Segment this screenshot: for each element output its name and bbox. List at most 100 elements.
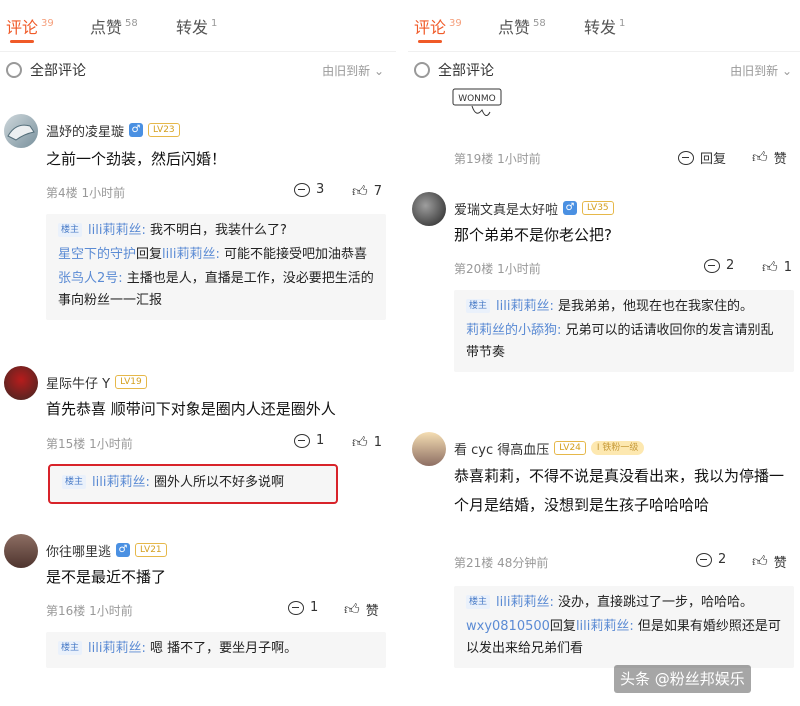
- like-count: 1: [373, 435, 382, 450]
- reply-target[interactable]: lili莉莉丝:: [576, 619, 634, 634]
- like-button[interactable]: 👍︎ 赞: [344, 600, 379, 619]
- reply-button[interactable]: 2: [696, 552, 726, 567]
- reply-author[interactable]: wxy0810500: [466, 619, 550, 634]
- reply-button[interactable]: 1: [288, 600, 318, 615]
- tab-label: 评论: [414, 18, 447, 37]
- owner-tag: 楼主: [62, 475, 87, 489]
- reply-item[interactable]: 星空下的守护回复lili莉莉丝: 可能不能接受吧加油恭喜: [58, 244, 376, 266]
- comment-meta: 第20楼 1小时前 2 👍︎ 1: [454, 258, 794, 278]
- tab-reposts[interactable]: 转发 1: [584, 14, 625, 38]
- reply-text: 是我弟弟，他现在也在我家住的。: [553, 299, 753, 314]
- reply-author[interactable]: lili莉莉丝:: [496, 595, 554, 610]
- reply-item[interactable]: 楼主 lili莉莉丝: 圈外人所以不好多说啊: [62, 472, 326, 494]
- level-badge: LV35: [582, 201, 614, 215]
- level-badge: LV23: [148, 123, 180, 137]
- reply-button[interactable]: 2: [704, 258, 734, 273]
- reply-author[interactable]: 张鸟人2号:: [58, 271, 123, 286]
- chevron-down-icon: ⌄: [781, 64, 792, 78]
- tab-label: 评论: [6, 18, 39, 37]
- tab-likes[interactable]: 点赞 58: [90, 14, 138, 38]
- timestamp: 1小时前: [497, 262, 541, 276]
- reply-verb: 回复: [549, 619, 576, 634]
- username[interactable]: 温妤的凌星璇: [46, 121, 124, 140]
- tab-bar: 评论 39 点赞 58 转发 1: [408, 0, 800, 52]
- male-icon: ♂: [116, 543, 131, 557]
- tab-count: 58: [533, 18, 546, 29]
- tab-comments[interactable]: 评论 39: [414, 14, 462, 38]
- male-icon: ♂: [563, 201, 578, 215]
- tab-reposts[interactable]: 转发 1: [176, 14, 217, 38]
- floor-number: 第4楼: [46, 186, 78, 200]
- reply-item[interactable]: 楼主 lili莉莉丝: 没办，直接跳过了一步，哈哈哈。: [466, 592, 784, 614]
- reply-item[interactable]: 楼主 lili莉莉丝: 嗯 播不了，要坐月子啊。: [58, 638, 376, 660]
- reply-item[interactable]: 楼主 lili莉莉丝: 是我弟弟，他现在也在我家住的。: [466, 296, 784, 318]
- reply-author[interactable]: lili莉莉丝:: [88, 641, 146, 656]
- timestamp: 1小时前: [81, 186, 126, 200]
- reply-count: 3: [316, 182, 325, 197]
- tab-likes[interactable]: 点赞 58: [498, 14, 546, 38]
- floor-time: 第21楼 48分钟前: [454, 554, 548, 571]
- reply-button[interactable]: 1: [294, 433, 324, 448]
- comments-ring-icon: [6, 62, 22, 78]
- username[interactable]: 看 cyc 得高血压: [454, 439, 549, 458]
- username[interactable]: 你往哪里逃: [46, 541, 111, 560]
- reply-list: 楼主 lili莉莉丝: 是我弟弟，他现在也在我家住的。 莉莉丝的小舔狗: 兄弟可以…: [454, 290, 794, 372]
- floor-number: 第16楼: [46, 604, 86, 618]
- avatar[interactable]: [4, 114, 38, 148]
- reply-text: 嗯 播不了，要坐月子啊。: [145, 641, 298, 656]
- avatar[interactable]: [412, 192, 446, 226]
- comment-text: 那个弟弟不是你老公把?: [454, 226, 612, 244]
- owner-tag: 楼主: [58, 223, 83, 237]
- like-button[interactable]: 👍︎ 1: [352, 433, 382, 452]
- reply-button[interactable]: 3: [294, 182, 324, 197]
- like-button[interactable]: 👍︎ 7: [352, 182, 382, 201]
- reply-author[interactable]: lili莉莉丝:: [496, 299, 554, 314]
- username[interactable]: 爱瑞文真是太好啦: [454, 199, 558, 218]
- reply-count: 1: [316, 433, 325, 448]
- like-button[interactable]: 👍︎ 1: [762, 258, 792, 277]
- reply-author[interactable]: lili莉莉丝:: [92, 475, 150, 490]
- level-badge: LV21: [135, 543, 167, 557]
- reply-item[interactable]: 莉莉丝的小舔狗: 兄弟可以的话请收回你的发言请别乱带节奏: [466, 320, 784, 364]
- floor-time: 第4楼 1小时前: [46, 184, 125, 201]
- reply-list: 楼主 lili莉莉丝: 我不明白，我装什么了? 星空下的守护回复lili莉莉丝: …: [46, 214, 386, 320]
- panel-divider: [396, 0, 408, 706]
- timestamp: 1小时前: [89, 604, 133, 618]
- reply-button[interactable]: 回复: [678, 148, 726, 167]
- tab-label: 转发: [176, 18, 209, 37]
- sort-toggle[interactable]: 由旧到新 ⌄: [322, 62, 384, 79]
- avatar[interactable]: [412, 432, 446, 466]
- reply-list: 楼主 lili莉莉丝: 圈外人所以不好多说啊: [48, 464, 338, 504]
- reply-label: 回复: [700, 152, 727, 167]
- like-button[interactable]: 👍︎ 赞: [752, 148, 787, 167]
- reply-target[interactable]: lili莉莉丝:: [162, 247, 220, 262]
- thumbs-up-icon: 👍︎: [344, 600, 360, 618]
- reply-list: 楼主 lili莉莉丝: 嗯 播不了，要坐月子啊。: [46, 632, 386, 668]
- reply-author[interactable]: lili莉莉丝:: [88, 223, 146, 238]
- reply-item[interactable]: 楼主 lili莉莉丝: 我不明白，我装什么了?: [58, 220, 376, 242]
- comment-bubble-icon: [696, 552, 712, 567]
- tab-comments[interactable]: 评论 39: [6, 14, 54, 38]
- comment-text: 首先恭喜 顺带问下对象是圈内人还是圈外人: [46, 400, 336, 418]
- tab-label: 点赞: [90, 18, 123, 37]
- reply-item[interactable]: 张鸟人2号: 主播也是人，直播是工作，没必要把生活的事向粉丝一一汇报: [58, 268, 376, 312]
- avatar[interactable]: [4, 534, 38, 568]
- thumbs-up-icon: 👍︎: [352, 433, 368, 451]
- tab-count: 1: [211, 18, 218, 29]
- reply-item[interactable]: wxy0810500回复lili莉莉丝: 但是如果有婚纱照还是可以发出来给兄弟们…: [466, 616, 784, 660]
- username[interactable]: 星际牛仔 Y: [46, 373, 110, 392]
- sticker-image: WONMO: [452, 88, 502, 116]
- reply-count: 2: [718, 552, 727, 567]
- owner-tag: 楼主: [466, 595, 491, 609]
- reply-author[interactable]: 星空下的守护: [58, 247, 136, 262]
- reply-text: 我不明白，我装什么了?: [145, 223, 287, 238]
- reply-author[interactable]: 莉莉丝的小舔狗:: [466, 323, 561, 338]
- like-button[interactable]: 👍︎ 赞: [752, 552, 787, 571]
- comment-meta: 第21楼 48分钟前 2 👍︎ 赞: [454, 552, 794, 572]
- sort-toggle[interactable]: 由旧到新 ⌄: [730, 62, 792, 79]
- tab-label: 点赞: [498, 18, 531, 37]
- comment-bubble-icon: [704, 258, 720, 273]
- reply-text: 可能不能接受吧加油恭喜: [219, 247, 367, 262]
- comments-header: 全部评论 由旧到新 ⌄: [408, 52, 800, 90]
- avatar[interactable]: [4, 366, 38, 400]
